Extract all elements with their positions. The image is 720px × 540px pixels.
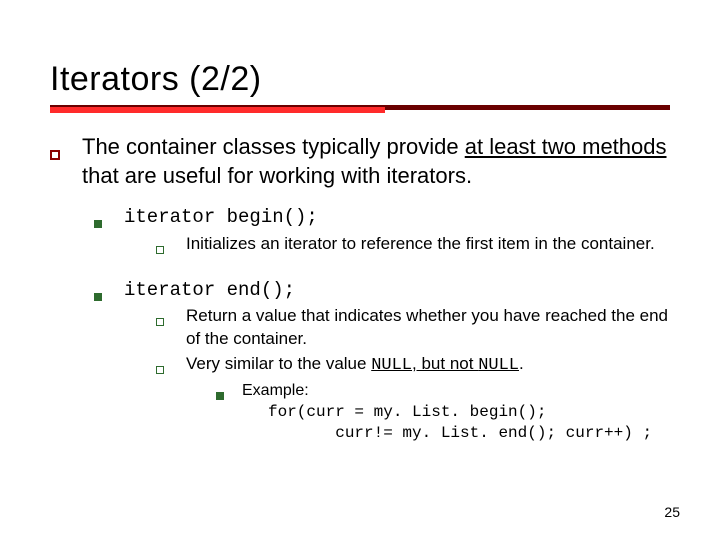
square-open-bullet-icon — [156, 353, 186, 445]
method-end-desc1-text: Return a value that indicates whether yo… — [186, 305, 670, 351]
method-end-desc1: Return a value that indicates whether yo… — [156, 305, 670, 351]
desc2-post: . — [519, 354, 524, 373]
intro-line: The container classes typically provide … — [50, 133, 670, 190]
method-end-sig: iterator end(); — [124, 279, 295, 301]
method-begin-desc: Initializes an iterator to reference the… — [156, 233, 655, 261]
method-end: iterator end(); Return a value that indi… — [94, 277, 670, 447]
square-fill-bullet-icon — [94, 204, 124, 263]
slide: Iterators (2/2) The container classes ty… — [0, 0, 720, 540]
square-bullet-icon — [50, 133, 82, 190]
example-body: Example: for(curr = my. List. begin(); c… — [242, 380, 652, 445]
method-end-desc2-text: Very similar to the value NULL, but not … — [186, 353, 652, 445]
page-number: 25 — [664, 504, 680, 520]
method-begin-sig: iterator begin(); — [124, 206, 318, 228]
intro-underlined: at least two methods — [465, 134, 667, 159]
intro-text: The container classes typically provide … — [82, 133, 670, 190]
slide-title: Iterators (2/2) — [50, 60, 670, 99]
square-open-bullet-icon — [156, 305, 186, 351]
square-open-bullet-icon — [156, 233, 186, 261]
method-begin: iterator begin(); Initializes an iterato… — [94, 204, 670, 263]
example-code: for(curr = my. List. begin(); curr!= my.… — [268, 402, 652, 445]
method-begin-desc-text: Initializes an iterator to reference the… — [186, 233, 655, 261]
example: Example: for(curr = my. List. begin(); c… — [216, 380, 652, 445]
square-fill-bullet-icon — [94, 277, 124, 447]
intro-pre: The container classes typically provide — [82, 134, 465, 159]
desc2-pre: Very similar to the value — [186, 354, 371, 373]
desc2-code2: NULL — [478, 356, 519, 375]
method-end-body: iterator end(); Return a value that indi… — [124, 277, 670, 447]
title-rule — [50, 105, 670, 115]
example-code-line1: for(curr = my. List. begin(); — [268, 403, 546, 421]
example-code-line2: curr!= my. List. end(); curr++) ; — [268, 424, 652, 442]
method-end-desc2: Very similar to the value NULL, but not … — [156, 353, 670, 445]
desc2-mid: , but not — [412, 354, 478, 373]
method-begin-body: iterator begin(); Initializes an iterato… — [124, 204, 655, 263]
example-label: Example: — [242, 382, 309, 399]
intro-post: that are useful for working with iterato… — [82, 163, 472, 188]
square-fill-bullet-icon — [216, 380, 242, 445]
desc2-code1: NULL — [371, 356, 412, 375]
